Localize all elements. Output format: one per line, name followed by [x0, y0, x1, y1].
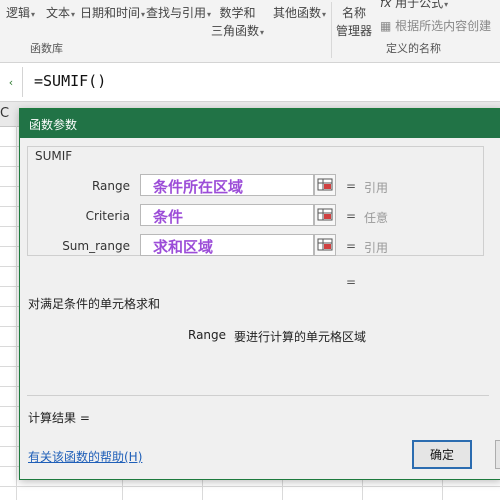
- criteria-ref-type: 任意: [364, 211, 389, 225]
- function-arguments-dialog: 函数参数 SUMIF Range 条件所在区域 = 引用 Criteria 条件…: [19, 108, 500, 480]
- gridline: [0, 486, 500, 487]
- sum-range-ref-button[interactable]: [314, 234, 336, 256]
- range-input[interactable]: 条件所在区域: [140, 174, 314, 196]
- ribbon-separator: [331, 2, 332, 58]
- sum-range-input[interactable]: 求和区域: [140, 234, 314, 256]
- ribbon: 逻辑▾ 文本▾ 日期和时间▾ 查找与引用▾ 数学和 三角函数▾ 其他函数▾ 名称…: [0, 0, 500, 63]
- function-help-link[interactable]: 有关该函数的帮助(H): [28, 448, 142, 465]
- range-ref-type: 引用: [364, 181, 389, 195]
- name-manager-line1: 名称: [342, 6, 367, 20]
- date-time-label: 日期和时间: [80, 6, 141, 20]
- sum-range-ref-type: 引用: [364, 241, 389, 255]
- fx-icon: fx: [380, 0, 392, 10]
- more-functions-label: 其他函数: [273, 6, 322, 20]
- formula-input[interactable]: =SUMIF(): [34, 72, 106, 90]
- logical-label: 逻辑: [6, 6, 31, 20]
- dialog-title: 函数参数: [29, 118, 78, 132]
- range-ref-button[interactable]: [314, 174, 336, 196]
- use-in-formula-button[interactable]: fx 用于公式▾: [380, 0, 448, 11]
- collapse-dialog-icon: [317, 238, 333, 251]
- math-label-line1: 数学和: [219, 6, 256, 20]
- chevron-down-icon: ▾: [31, 10, 36, 19]
- create-from-selection-button[interactable]: ▦ 根据所选内容创建: [380, 17, 491, 34]
- name-manager-button[interactable]: 名称 管理器: [336, 4, 372, 39]
- ok-button[interactable]: 确定: [412, 440, 472, 469]
- formula-bar-separator: [22, 67, 23, 97]
- dialog-divider: [27, 395, 489, 396]
- logical-functions-button[interactable]: 逻辑▾: [6, 4, 35, 21]
- defined-names-group-label: 定义的名称: [386, 42, 441, 55]
- lookup-label: 查找与引用: [146, 6, 207, 20]
- chevron-down-icon: ▾: [322, 10, 327, 19]
- more-functions-button[interactable]: 其他函数▾: [273, 4, 326, 21]
- create-from-selection-icon: ▦: [380, 19, 392, 33]
- function-library-group-label: 函数库: [30, 42, 63, 55]
- chevron-down-icon: ▾: [71, 10, 76, 19]
- name-manager-line2: 管理器: [336, 24, 373, 38]
- math-trig-functions-button[interactable]: 数学和 三角函数▾: [211, 4, 264, 39]
- chevron-down-icon: ▾: [444, 0, 449, 9]
- date-time-functions-button[interactable]: 日期和时间▾: [80, 4, 145, 21]
- criteria-equals: =: [346, 209, 357, 223]
- sum-range-equals: =: [346, 239, 357, 253]
- chevron-down-icon: ▾: [141, 10, 146, 19]
- text-functions-button[interactable]: 文本▾: [46, 4, 75, 21]
- cancel-button[interactable]: [495, 440, 500, 469]
- range-label: Range: [91, 179, 130, 193]
- chevron-down-icon: ▾: [260, 28, 265, 37]
- criteria-input[interactable]: 条件: [140, 204, 314, 226]
- function-result-equals: =: [346, 275, 357, 289]
- parameter-description: 要进行计算的单元格区域: [234, 330, 367, 344]
- column-header-c[interactable]: C: [0, 106, 9, 121]
- sum-range-value: 求和区域: [153, 238, 214, 256]
- create-from-selection-label: 根据所选内容创建: [395, 19, 492, 33]
- function-description: 对满足条件的单元格求和: [28, 297, 161, 311]
- gridline: [16, 126, 17, 500]
- sum-range-label: Sum_range: [62, 239, 130, 253]
- collapse-dialog-icon: [317, 178, 333, 191]
- formula-bar: ‹ =SUMIF(): [0, 63, 500, 102]
- collapse-dialog-icon: [317, 208, 333, 221]
- lookup-reference-functions-button[interactable]: 查找与引用▾: [146, 4, 211, 21]
- text-label: 文本: [46, 6, 71, 20]
- use-in-formula-label: 用于公式: [395, 0, 444, 10]
- range-equals: =: [346, 179, 357, 193]
- function-name: SUMIF: [33, 149, 75, 163]
- criteria-value: 条件: [153, 208, 184, 226]
- math-label-line2: 三角函数▾: [211, 24, 265, 38]
- dialog-title-bar[interactable]: 函数参数: [20, 109, 500, 138]
- parameter-name: Range: [188, 328, 227, 342]
- range-value: 条件所在区域: [153, 178, 244, 196]
- criteria-label: Criteria: [85, 209, 130, 223]
- criteria-ref-button[interactable]: [314, 204, 336, 226]
- formula-bar-expand-icon[interactable]: ‹: [0, 71, 22, 95]
- calculation-result: 计算结果 =: [28, 411, 90, 425]
